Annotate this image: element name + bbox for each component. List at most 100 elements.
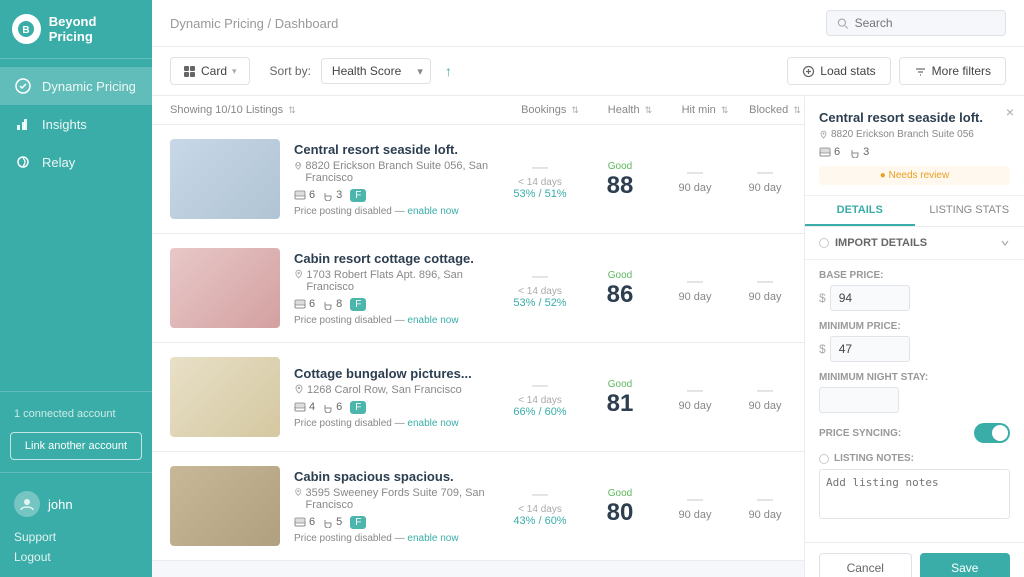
card-view-button[interactable]: Card ▾ [170,57,250,85]
listing-notes-input[interactable] [819,469,1010,519]
support-link[interactable]: Support [14,527,138,547]
save-button[interactable]: Save [920,553,1011,577]
detail-panel: × Central resort seaside loft. 8820 Eric… [804,96,1024,577]
sort-select-wrap: Health Score Price Bookings [321,58,431,84]
min-night-label: MINIMUM NIGHT STAY: [819,372,1010,383]
blocked-stat: — 90 day [730,491,800,521]
close-icon[interactable]: × [1006,104,1014,120]
bookings-stat: — < 14 days 66% / 60% [500,377,580,418]
beds-item: 4 [294,401,315,413]
list-item: Central resort seaside loft. 8820 Ericks… [152,125,804,234]
listing-meta: 6 5 F [294,516,500,529]
beds-item: 6 [294,189,315,201]
listing-title[interactable]: Cabin resort cottage cottage. [294,251,500,266]
badge-f: F [350,298,366,311]
base-price-field: BASE PRICE: $ [819,270,1010,311]
bath-icon [323,402,333,413]
listing-notes-field: LISTING NOTES: [819,453,1010,522]
enable-link[interactable]: enable now [407,206,458,217]
sort-direction-icon: ↑ [445,63,452,79]
price-disabled-text: Price posting disabled — enable now [294,315,500,326]
list-item: Cabin resort cottage cottage. 1703 Rober… [152,234,804,343]
dynamic-pricing-icon [14,77,32,95]
link-account-button[interactable]: Link another account [10,432,142,460]
cancel-button[interactable]: Cancel [819,553,912,577]
hit-min-header[interactable]: Hit min ⇅ [670,104,740,116]
enable-link[interactable]: enable now [407,418,458,429]
sidebar-nav: Dynamic Pricing Insights Relay [0,59,152,383]
price-syncing-field: PRICE SYNCING: [819,423,1010,443]
connected-account-text: 1 connected account [0,400,152,428]
bed-icon [294,190,306,200]
main-content: Dynamic Pricing / Dashboard Card ▾ Sort … [152,0,1024,577]
detail-baths: 3 [850,146,869,158]
bookings-stat: — < 14 days 43% / 60% [500,486,580,527]
min-price-label: MINIMUM PRICE: [819,321,1010,332]
detail-address: 8820 Erickson Branch Suite 056 [819,129,1010,140]
health-stat: Good 80 [580,488,660,525]
listing-notes-label: LISTING NOTES: [834,453,914,464]
showing-sort-icon: ⇅ [288,105,296,115]
logout-link[interactable]: Logout [14,547,138,567]
tab-details[interactable]: DETAILS [805,196,915,226]
search-icon [837,17,849,30]
sidebar-item-label: Insights [42,117,87,132]
logo-svg: B [17,20,35,38]
badge-f: F [350,189,366,202]
base-price-label: BASE PRICE: [819,270,1010,281]
blocked-stat: — 90 day [730,382,800,412]
base-price-value: $ [819,285,1010,311]
listing-address: 1703 Robert Flats Apt. 896, San Francisc… [294,269,500,293]
sidebar-footer: john Support Logout [0,481,152,577]
blocked-header[interactable]: Blocked ⇅ [740,104,804,116]
min-price-value: $ [819,336,1010,362]
detail-footer: Cancel Save [805,542,1024,577]
price-syncing-toggle[interactable] [974,423,1010,443]
listing-address: 1268 Carol Row, San Francisco [294,384,500,396]
listing-title[interactable]: Central resort seaside loft. [294,142,500,157]
listing-title[interactable]: Cottage bungalow pictures... [294,366,500,381]
blocked-stat: — 90 day [730,273,800,303]
min-night-input[interactable] [819,387,899,413]
sidebar-item-insights[interactable]: Insights [0,105,152,143]
listing-image [170,248,280,328]
sort-select[interactable]: Health Score Price Bookings [321,58,431,84]
listings-header: Showing 10/10 Listings ⇅ Bookings ⇅ Heal… [152,96,804,125]
bath-icon [323,517,333,528]
more-filters-button[interactable]: More filters [899,57,1006,85]
enable-link[interactable]: enable now [407,533,458,544]
enable-link[interactable]: enable now [407,315,458,326]
listing-image [170,466,280,546]
sidebar-item-relay[interactable]: Relay [0,143,152,181]
fields-section: BASE PRICE: $ MINIMUM PRICE: $ MINIMUM N… [805,260,1024,542]
tab-listing-stats[interactable]: LISTING STATS [915,196,1024,226]
hitmin-stat: — 90 day [660,491,730,521]
detail-title: Central resort seaside loft. [819,110,1010,125]
min-price-input[interactable] [830,336,910,362]
breadcrumb-sep: / [268,16,275,31]
breadcrumb-part1[interactable]: Dynamic Pricing [170,16,264,31]
listing-stats: — < 14 days 53% / 52% Good 86 — 90 day — [500,248,804,328]
import-details-header[interactable]: IMPORT DETAILS [819,237,1010,249]
load-stats-button[interactable]: Load stats [787,57,890,85]
blocked-stat: — 90 day [730,164,800,194]
beds-item: 6 [294,516,315,528]
logo-icon: B [12,14,41,44]
health-stat: Good 88 [580,161,660,198]
base-price-input[interactable] [830,285,910,311]
breadcrumb-part2[interactable]: Dashboard [275,16,339,31]
listing-info: Cottage bungalow pictures... 1268 Carol … [280,357,500,437]
detail-beds: 6 [819,146,840,158]
hitmin-stat: — 90 day [660,273,730,303]
detail-bed-icon [819,147,831,157]
location-icon [294,160,302,170]
listing-stats: — < 14 days 43% / 60% Good 80 — 90 day — [500,466,804,546]
health-header[interactable]: Health ⇅ [590,104,670,116]
bookings-header[interactable]: Bookings ⇅ [510,104,590,116]
bath-icon [323,299,333,310]
listing-stats: — < 14 days 66% / 60% Good 81 — 90 day — [500,357,804,437]
location-icon [294,269,303,279]
listing-title[interactable]: Cabin spacious spacious. [294,469,500,484]
search-input[interactable] [855,16,995,30]
sidebar-item-dynamic-pricing[interactable]: Dynamic Pricing [0,67,152,105]
